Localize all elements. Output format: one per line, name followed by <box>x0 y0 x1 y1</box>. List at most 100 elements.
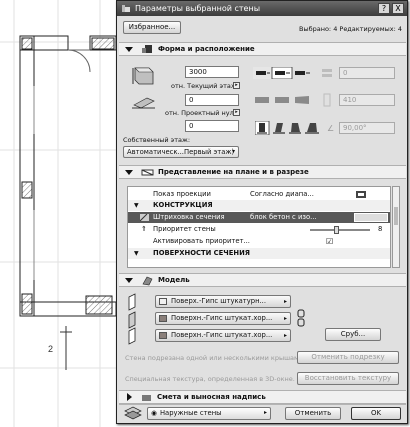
section-marker-label: 2 <box>48 344 53 354</box>
wall-height-icon <box>132 67 154 85</box>
reference-line-buttons[interactable] <box>253 67 313 79</box>
priority-icon: ⇑ <box>141 225 147 233</box>
layer-icon <box>124 406 142 420</box>
section-plan-header[interactable]: Представление на плане и в разрезе <box>119 165 406 179</box>
wall-geometry-icon <box>142 44 152 53</box>
favorites-button[interactable]: Избранное... <box>123 21 181 34</box>
material-swatch <box>159 332 167 339</box>
wall-settings-dialog: Параметры выбранной стены ? X Избранное.… <box>116 0 408 424</box>
hatch-swatches[interactable] <box>354 213 388 222</box>
footer-separator <box>119 404 406 405</box>
list-item[interactable]: Активировать приоритет... ☑ <box>128 236 390 247</box>
chevron-right-icon: ▸ <box>283 315 287 322</box>
collapse-arrow-icon[interactable] <box>125 169 133 175</box>
list-group-header[interactable]: ▼ ПОВЕРХНОСТИ СЕЧЕНИЯ <box>128 248 390 259</box>
home-story-value: Автоматическ...Первый этаж) <box>127 148 235 156</box>
chevron-down-icon: ▾ <box>231 148 235 155</box>
title-bar[interactable]: Параметры выбранной стены <box>117 1 407 16</box>
row-label: Активировать приоритет... <box>153 237 250 245</box>
top-link-label: отн. Текущий этаж <box>171 82 237 90</box>
collapse-arrow-icon[interactable] <box>125 277 133 283</box>
list-scrollbar[interactable] <box>392 186 400 268</box>
chain-link-icon[interactable] <box>297 309 305 327</box>
list-item[interactable]: Показ проекции Согласно диапа... <box>128 189 390 200</box>
chevron-right-icon: ▸ <box>283 298 287 305</box>
row-label: Штриховка сечения <box>153 213 225 221</box>
chevron-right-icon: ▸ <box>263 409 267 416</box>
list-group-header[interactable]: ▼ КОНСТРУКЦИЯ <box>128 200 390 211</box>
dialog-title: Параметры выбранной стены <box>135 4 261 13</box>
plan-settings-list: Показ проекции Согласно диапа... ▼ КОНСТ… <box>127 186 391 268</box>
help-button[interactable]: ? <box>378 3 390 14</box>
base-link-label: отн. Проектный нуль <box>165 109 238 117</box>
roof-trim-text: Стена подрезана одной или несколькими кр… <box>125 354 306 362</box>
section-marker[interactable] <box>60 326 72 370</box>
thickness-icon <box>322 69 332 77</box>
top-link-arrow-icon[interactable]: ▸ <box>233 82 240 89</box>
chevron-right-icon: ▸ <box>283 332 287 339</box>
ok-button[interactable]: OK <box>351 407 401 420</box>
list-item[interactable]: Штриховка сечения блок бетон с изо... <box>128 212 390 223</box>
model-icon <box>142 276 153 285</box>
thickness-input[interactable]: 0 <box>339 67 395 79</box>
angle-input[interactable]: 90,00° <box>339 122 395 134</box>
material-inside-label: Поверхн.-Гипс штукат.хор... <box>171 331 273 339</box>
row-label: КОНСТРУКЦИЯ <box>153 201 213 209</box>
wall-surface-icons <box>128 293 136 345</box>
close-button[interactable]: X <box>392 3 404 14</box>
expand-arrow-icon[interactable]: ▼ <box>134 200 139 211</box>
priority-slider[interactable] <box>310 229 370 231</box>
settings-icon[interactable] <box>356 191 366 198</box>
row-value: блок бетон с изо... <box>250 213 317 221</box>
layer-select[interactable]: ◉ Наружные стены ▸ <box>147 407 271 420</box>
selection-info: Выбрано: 4 Редактируемых: 4 <box>299 25 402 33</box>
slant-type-buttons[interactable] <box>255 121 323 135</box>
top-offset-input[interactable]: 0 <box>185 94 239 106</box>
angle-icon: ∠ <box>327 124 335 133</box>
wall-tool-icon <box>122 4 130 12</box>
texture-text: Специальная текстура, определенная в 3D-… <box>125 375 295 383</box>
section-label-header[interactable]: Смета и выносная надпись <box>119 390 406 404</box>
section-geometry-header[interactable]: Форма и расположение <box>119 42 406 56</box>
collapse-arrow-icon[interactable] <box>125 46 133 52</box>
material-edge-label: Поверхн.-Гипс штукат.хор... <box>171 314 273 322</box>
priority-value: 8 <box>378 225 383 233</box>
material-inside-button[interactable]: Поверхн.-Гипс штукат.хор... ▸ <box>155 329 291 342</box>
scrollbar-thumb[interactable] <box>394 207 398 225</box>
cancel-trim-button[interactable]: Отменить подрезку <box>297 351 399 364</box>
listing-icon <box>142 394 151 401</box>
section-label-title: Смета и выносная надпись <box>157 393 266 401</box>
row-label: Показ проекции <box>153 190 211 198</box>
log-details-button[interactable]: Сруб... <box>325 328 381 341</box>
wall-drawing[interactable] <box>19 35 117 317</box>
expand-arrow-icon[interactable]: ▼ <box>134 248 139 259</box>
grid-lines <box>0 0 116 427</box>
activate-priority-checkbox[interactable]: ☑ <box>326 236 333 247</box>
row-value: Согласно диапа... <box>250 190 314 198</box>
section-geometry-title: Форма и расположение <box>158 45 255 53</box>
base-offset-input[interactable]: 0 <box>185 120 239 132</box>
wall-height-input[interactable]: 3000 <box>185 66 239 78</box>
cancel-button[interactable]: Отменить <box>285 407 341 420</box>
length-input[interactable]: 410 <box>339 94 395 106</box>
section-model-header[interactable]: Модель <box>119 273 406 287</box>
slider-handle[interactable] <box>334 226 339 234</box>
material-outside-button[interactable]: Поверх.-Гипс штукатурн... ▸ <box>155 295 291 308</box>
material-swatch <box>159 315 167 322</box>
row-label: Приоритет стены <box>153 225 216 233</box>
row-label: ПОВЕРХНОСТИ СЕЧЕНИЯ <box>153 249 251 257</box>
eye-icon: ◉ <box>151 409 157 417</box>
base-link-arrow-icon[interactable]: ▸ <box>233 109 240 116</box>
restore-texture-button[interactable]: Восстановить текстуру <box>297 372 399 385</box>
wall-shape-buttons[interactable] <box>253 95 313 105</box>
section-model-title: Модель <box>158 276 190 284</box>
hatch-icon <box>140 214 149 221</box>
material-swatch <box>159 298 167 305</box>
home-story-label: Собственный этаж: <box>123 136 191 144</box>
length-icon <box>323 93 331 107</box>
material-edge-button[interactable]: Поверхн.-Гипс штукат.хор... ▸ <box>155 312 291 325</box>
expand-arrow-icon[interactable] <box>127 393 132 401</box>
layer-value: Наружные стены <box>159 409 222 417</box>
home-story-select[interactable]: Автоматическ...Первый этаж) ▾ <box>123 146 239 158</box>
list-item[interactable]: ⇑ Приоритет стены 8 <box>128 224 390 235</box>
